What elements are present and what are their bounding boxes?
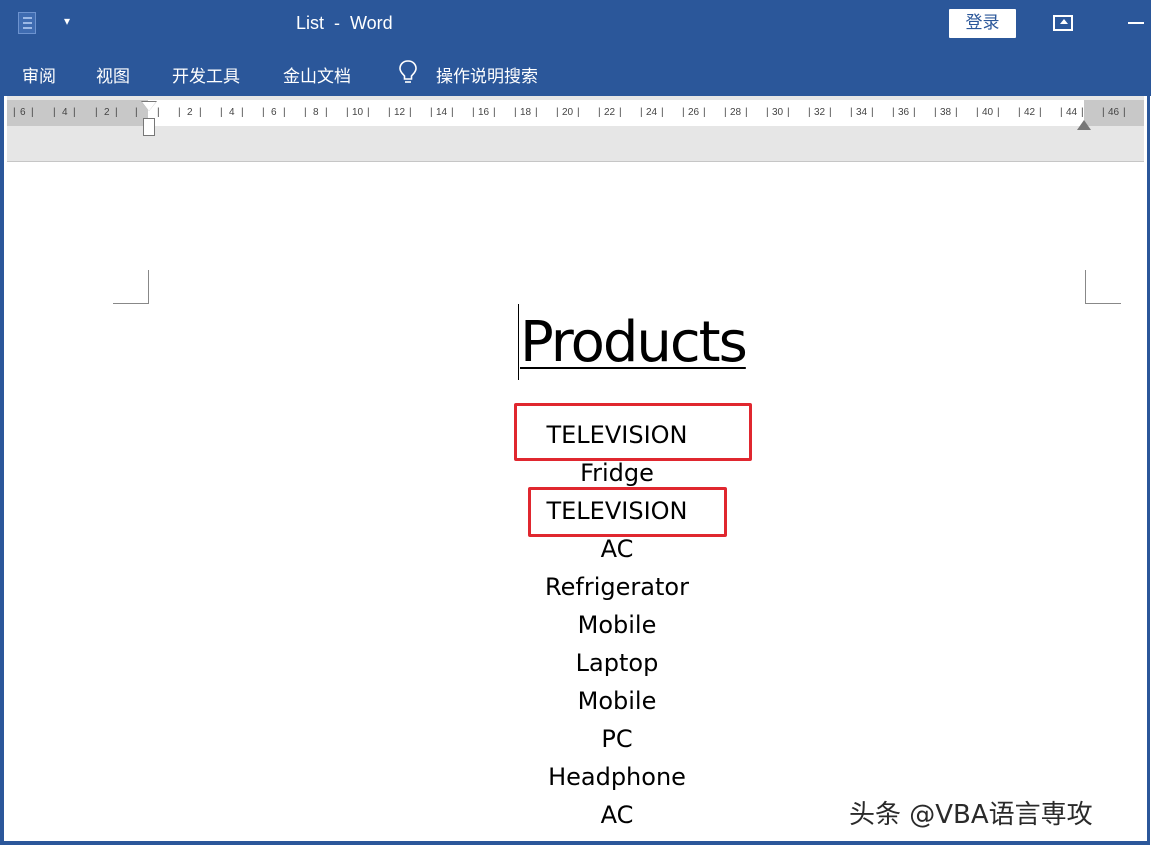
ruler-label: 26 <box>688 107 700 118</box>
ruler-label: 34 <box>856 107 868 118</box>
tab-view[interactable]: 视图 <box>96 62 130 87</box>
title-bar: ▾ List - Word 登录 <box>0 0 1151 51</box>
ruler-label: 2 <box>104 107 110 118</box>
list-item[interactable]: Mobile <box>467 608 767 642</box>
ruler-label: 6 <box>271 107 277 118</box>
ruler-label: 6 <box>20 107 26 118</box>
horizontal-ruler[interactable]: | 6 | | 4 | | 2 | | | | 2 | | 4 | | 6 | | 8 | | 10 | | 12… <box>7 100 1144 136</box>
ruler-label: 14 <box>436 107 448 118</box>
ruler-label: 2 <box>187 107 193 118</box>
ruler-label: 24 <box>646 107 658 118</box>
ruler-label: 32 <box>814 107 826 118</box>
login-button[interactable]: 登录 <box>949 9 1016 38</box>
ruler-label: 4 <box>62 107 68 118</box>
ruler-label: 8 <box>313 107 319 118</box>
ruler-label: 18 <box>520 107 532 118</box>
crop-mark-top-left <box>148 270 149 304</box>
document-icon[interactable] <box>18 12 36 34</box>
tell-me-search[interactable]: 操作说明搜索 <box>436 62 538 87</box>
highlight-box-television-2 <box>528 487 727 537</box>
ruler-label: 22 <box>604 107 616 118</box>
ruler-label: 4 <box>229 107 235 118</box>
list-item[interactable]: PC <box>467 722 767 756</box>
highlight-box-television-1 <box>514 403 752 461</box>
list-item[interactable]: AC <box>467 532 767 566</box>
ribbon-tabs: 审阅 视图 开发工具 金山文档 <box>0 51 1151 96</box>
document-heading[interactable]: Products <box>520 308 748 378</box>
tab-review[interactable]: 审阅 <box>22 62 56 87</box>
list-item[interactable]: Laptop <box>467 646 767 680</box>
tab-kingsoft-docs[interactable]: 金山文档 <box>283 62 351 87</box>
ruler-label: 40 <box>982 107 994 118</box>
tab-developer[interactable]: 开发工具 <box>172 62 240 87</box>
minimize-icon[interactable] <box>1128 22 1144 24</box>
ruler-label: 28 <box>730 107 742 118</box>
text-cursor <box>518 304 519 380</box>
document-page[interactable]: Products TELEVISION Fridge TELEVISION AC… <box>7 162 1144 841</box>
list-item[interactable]: AC <box>467 798 767 832</box>
ruler-label: 12 <box>394 107 406 118</box>
ruler-label: 20 <box>562 107 574 118</box>
ruler-label: 46 <box>1108 107 1120 118</box>
right-indent-marker[interactable] <box>1077 120 1091 130</box>
list-item[interactable]: Refrigerator <box>467 570 767 604</box>
left-indent-marker[interactable] <box>143 118 155 136</box>
ruler-label: 16 <box>478 107 490 118</box>
ruler-label: 10 <box>352 107 364 118</box>
ruler-area: | 6 | | 4 | | 2 | | | | 2 | | 4 | | 6 | | 8 | | 10 | | 12… <box>7 96 1144 162</box>
list-item[interactable]: Fridge <box>467 456 767 490</box>
list-item[interactable]: Headphone <box>467 760 767 794</box>
list-item[interactable]: Mobile <box>467 684 767 718</box>
ruler-label: 36 <box>898 107 910 118</box>
customize-qat-icon[interactable]: ▾ <box>64 14 70 28</box>
crop-mark-top-right <box>1085 270 1086 304</box>
ruler-label: 44 <box>1066 107 1078 118</box>
ruler-label: 38 <box>940 107 952 118</box>
ribbon-display-options-icon[interactable] <box>1053 15 1073 31</box>
window-title: List - Word <box>296 13 393 33</box>
ruler-label: 30 <box>772 107 784 118</box>
ruler-label: 42 <box>1024 107 1036 118</box>
watermark: 头条 @VBA语言専攻 <box>849 800 1093 830</box>
lightbulb-icon[interactable] <box>398 59 418 85</box>
ruler-ticks: | 6 | | 4 | | 2 | | | | 2 | | 4 | | 6 | | 8 | | 10 | | 12… <box>13 107 1126 118</box>
